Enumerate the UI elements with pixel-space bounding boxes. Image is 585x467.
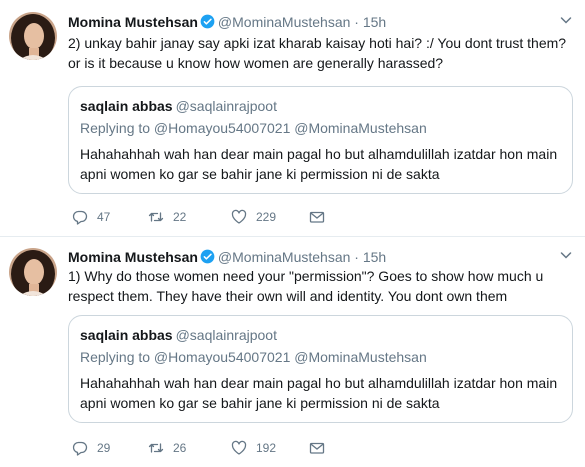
reply-button[interactable]: 29 xyxy=(72,438,110,458)
direct-message-button[interactable] xyxy=(309,207,325,227)
separator: · xyxy=(354,14,359,30)
retweet-icon xyxy=(148,212,164,222)
quoted-author-handle: @saqlainrajpoot xyxy=(175,98,277,114)
replying-to: Replying to @Homayou54007021 @MominaMust… xyxy=(80,120,427,136)
like-count: 192 xyxy=(256,441,277,455)
tweet[interactable]: Momina Mustehsan @MominaMustehsan · 15h 1… xyxy=(0,237,585,467)
tweet-header: Momina Mustehsan @MominaMustehsan · 15h xyxy=(68,12,386,32)
timestamp[interactable]: 15h xyxy=(363,14,386,30)
tweet-header: Momina Mustehsan @MominaMustehsan · 15h xyxy=(68,247,386,267)
quoted-author-name: saqlain abbas xyxy=(80,327,173,343)
author-handle[interactable]: @MominaMustehsan xyxy=(218,249,351,265)
like-button[interactable]: 192 xyxy=(231,438,276,458)
envelope-icon xyxy=(309,211,325,223)
retweet-button[interactable]: 26 xyxy=(148,438,186,458)
tweet-text: 1) Why do those women need your "permiss… xyxy=(68,268,548,304)
chevron-down-icon[interactable] xyxy=(560,14,572,26)
avatar[interactable] xyxy=(9,12,57,60)
reply-icon xyxy=(72,441,88,456)
quoted-tweet-header: saqlain abbas @saqlainrajpoot xyxy=(80,325,277,345)
retweet-count: 22 xyxy=(173,210,187,224)
author-handle[interactable]: @MominaMustehsan xyxy=(218,14,351,30)
chevron-down-icon[interactable] xyxy=(560,249,572,261)
timestamp[interactable]: 15h xyxy=(363,249,386,265)
quoted-author-name: saqlain abbas xyxy=(80,98,173,114)
heart-icon xyxy=(231,440,247,455)
tweet-text: 2) unkay bahir janay say apki izat khara… xyxy=(68,35,570,71)
direct-message-button[interactable] xyxy=(309,438,325,458)
verified-badge-icon xyxy=(200,249,215,264)
like-count: 229 xyxy=(256,210,277,224)
replying-to: Replying to @Homayou54007021 @MominaMust… xyxy=(80,349,427,365)
reply-button[interactable]: 47 xyxy=(72,207,110,227)
quoted-author-handle: @saqlainrajpoot xyxy=(175,327,277,343)
quoted-tweet-text: Hahahahhah wah han dear main pagal ho bu… xyxy=(80,375,558,411)
quoted-tweet[interactable]: saqlain abbas @saqlainrajpoot Replying to… xyxy=(68,315,573,423)
quoted-tweet[interactable]: saqlain abbas @saqlainrajpoot Replying to… xyxy=(68,86,573,194)
like-button[interactable]: 229 xyxy=(231,207,276,227)
reply-icon xyxy=(72,210,88,225)
retweet-count: 26 xyxy=(173,441,187,455)
retweet-icon xyxy=(148,443,164,453)
avatar[interactable] xyxy=(9,248,57,296)
separator: · xyxy=(354,249,359,265)
verified-badge-icon xyxy=(200,14,215,29)
reply-count: 29 xyxy=(97,441,111,455)
heart-icon xyxy=(231,209,247,224)
author-name[interactable]: Momina Mustehsan xyxy=(68,14,198,30)
retweet-button[interactable]: 22 xyxy=(148,207,186,227)
quoted-tweet-text: Hahahahhah wah han dear main pagal ho bu… xyxy=(80,146,558,182)
reply-count: 47 xyxy=(97,210,111,224)
envelope-icon xyxy=(309,442,325,454)
author-name[interactable]: Momina Mustehsan xyxy=(68,249,198,265)
tweet[interactable]: Momina Mustehsan @MominaMustehsan · 15h 2… xyxy=(0,0,585,237)
quoted-tweet-header: saqlain abbas @saqlainrajpoot xyxy=(80,96,277,116)
